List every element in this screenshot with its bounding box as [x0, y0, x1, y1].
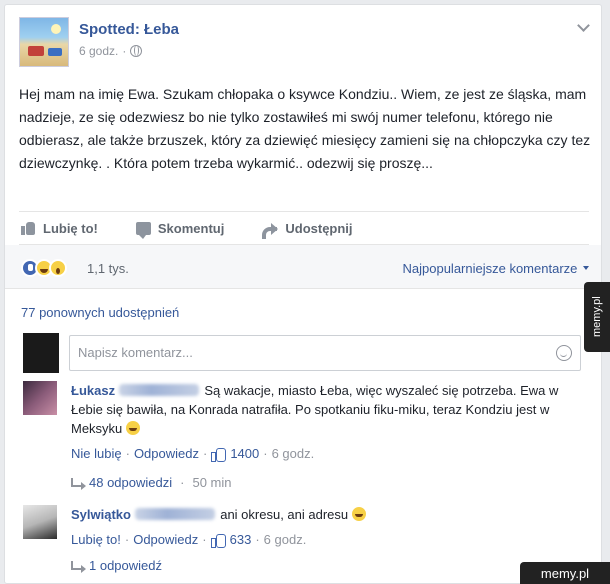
comment-button[interactable]: Skomentuj — [135, 220, 225, 239]
replies-time: 50 min — [192, 475, 232, 490]
comment-time[interactable]: 6 godz. — [264, 530, 307, 549]
comment-actions: Lubię to! · Odpowiedz · 633 · 6 godz. — [71, 530, 307, 549]
like-button[interactable]: Lubię to! — [21, 221, 98, 236]
like-count-icon — [210, 533, 226, 548]
page-name[interactable]: Spotted: Łeba — [79, 21, 179, 38]
avatar — [23, 333, 59, 373]
commenter-name[interactable]: Łukasz — [71, 383, 115, 398]
comment-input[interactable]: Napisz komentarz... — [69, 335, 581, 371]
view-replies-link[interactable]: 48 odpowiedzi · 50 min — [71, 475, 232, 490]
comment-body: Łukasz Są wakacje, miasto Łeba, więc wys… — [71, 381, 581, 463]
comment-icon — [135, 221, 151, 239]
watermark-side: memy.pl — [584, 282, 610, 352]
comment-text: ani okresu, ani adresu — [220, 507, 349, 522]
page-avatar[interactable] — [19, 17, 69, 67]
post-header: Spotted: Łeba 6 godz. · — [19, 17, 589, 67]
emoji-icon — [125, 421, 140, 435]
comment-like-link[interactable]: Nie lubię — [71, 444, 122, 463]
view-replies-link[interactable]: 1 odpowiedź — [71, 558, 162, 573]
comment-like-count[interactable]: 1400 — [230, 444, 259, 463]
comment-composer: Napisz komentarz... — [23, 333, 591, 373]
reply-arrow-icon — [71, 561, 86, 573]
comment-reply-link[interactable]: Odpowiedz — [133, 530, 198, 549]
replies-count: 1 odpowiedź — [89, 558, 162, 573]
smiley-icon[interactable] — [556, 345, 572, 361]
share-button[interactable]: Udostępnij — [262, 220, 353, 239]
post-meta: 6 godz. · — [79, 44, 143, 58]
like-count-icon — [211, 447, 227, 462]
globe-icon — [130, 45, 143, 57]
sort-label: Najpopularniejsze komentarze — [402, 261, 578, 276]
commenter-avatar[interactable] — [23, 381, 57, 415]
like-icon — [21, 221, 36, 235]
chevron-down-icon[interactable] — [577, 21, 589, 33]
comment-like-count[interactable]: 633 — [230, 530, 252, 549]
wow-reaction-icon — [49, 259, 67, 277]
post-card: Spotted: Łeba 6 godz. · Hej mam na imię … — [4, 4, 602, 584]
reaction-count[interactable]: 1,1 tys. — [87, 261, 129, 276]
watermark-footer: memy.pl — [520, 562, 610, 584]
like-label: Lubię to! — [43, 220, 98, 236]
post-text: Hej mam na imię Ewa. Szukam chłopaka o k… — [19, 86, 591, 171]
commenter-name[interactable]: Sylwiątko — [71, 507, 131, 522]
replies-count: 48 odpowiedzi — [89, 475, 173, 490]
comment-like-link[interactable]: Lubię to! — [71, 530, 121, 549]
reaction-icons[interactable] — [21, 259, 67, 277]
comment-placeholder: Napisz komentarz... — [78, 345, 193, 360]
comment-time[interactable]: 6 godz. — [272, 444, 315, 463]
comment-label: Skomentuj — [157, 220, 225, 236]
caret-down-icon — [583, 266, 589, 270]
share-icon — [262, 222, 279, 239]
commenter-avatar[interactable] — [23, 505, 57, 539]
blurred-surname — [134, 508, 215, 520]
meta-separator: · — [122, 44, 127, 58]
action-bar: Lubię to! Skomentuj Udostępnij — [19, 211, 589, 245]
blurred-surname — [118, 384, 199, 396]
comment-actions: Nie lubię · Odpowiedz · 1400 · 6 godz. — [71, 444, 315, 463]
comment-sort-dropdown[interactable]: Najpopularniejsze komentarze — [402, 261, 589, 276]
share-label: Udostępnij — [285, 220, 353, 236]
shares-link[interactable]: 77 ponownych udostępnień — [21, 305, 179, 320]
reply-arrow-icon — [71, 478, 86, 490]
comment-body: Sylwiątko ani okresu, ani adresu Lubię t… — [71, 505, 581, 549]
reactions-row: 1,1 tys. Najpopularniejsze komentarze — [5, 245, 601, 289]
comment-reply-link[interactable]: Odpowiedz — [134, 444, 199, 463]
post-time[interactable]: 6 godz. — [79, 44, 118, 58]
emoji-icon — [351, 507, 366, 521]
